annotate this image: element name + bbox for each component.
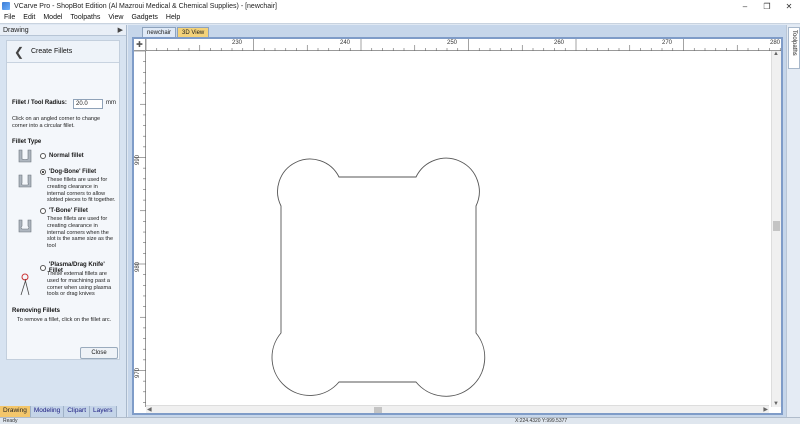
- ruler-corner-icon: ✚: [134, 39, 146, 51]
- normal-fillet-icon: [18, 149, 32, 163]
- create-fillets-form: ❮ Create Fillets Fillet / Tool Radius: 2…: [6, 40, 120, 360]
- title-bar: VCarve Pro - ShopBot Edition (Al Mazroui…: [0, 0, 800, 12]
- removing-fillets-text: To remove a fillet, click on the fillet …: [17, 317, 112, 323]
- radio-dog-bone[interactable]: [40, 169, 46, 175]
- horizontal-ruler: 230 240 250 260 270 280: [145, 39, 781, 51]
- cursor-coordinates: X:224.4320 Y:999.5377: [515, 418, 568, 424]
- tab-layers[interactable]: Layers: [90, 406, 117, 417]
- option-label: 'Dog-Bone' Fillet: [49, 169, 97, 175]
- app-logo-icon: [2, 2, 10, 10]
- fillet-type-label: Fillet Type: [12, 139, 42, 145]
- ruler-label: 250: [447, 40, 458, 46]
- menu-edit[interactable]: Edit: [19, 14, 39, 21]
- scroll-up-icon[interactable]: ▲: [773, 51, 779, 57]
- minimize-icon[interactable]: –: [734, 0, 756, 12]
- restore-icon[interactable]: ❐: [756, 0, 778, 12]
- menu-model[interactable]: Model: [39, 14, 66, 21]
- pin-icon[interactable]: ▶: [118, 26, 123, 34]
- option-desc: These external fillets are used for mach…: [47, 271, 112, 298]
- removing-fillets-label: Removing Fillets: [12, 308, 61, 314]
- vector-drawing[interactable]: [146, 51, 769, 407]
- option-label: 'T-Bone' Fillet: [49, 208, 88, 214]
- help-text: Click on an angled corner to change corn…: [12, 116, 101, 129]
- option-normal-fillet[interactable]: Normal fillet: [40, 153, 84, 159]
- toolpaths-tab[interactable]: Toolpaths: [788, 27, 800, 69]
- option-t-bone-fillet[interactable]: 'T-Bone' Fillet: [40, 208, 88, 214]
- dog-bone-fillet-icon: [18, 174, 32, 188]
- menu-help[interactable]: Help: [162, 14, 184, 21]
- ruler-ticks: [134, 50, 146, 403]
- menu-gadgets[interactable]: Gadgets: [127, 14, 161, 21]
- ruler-label: 260: [554, 40, 565, 46]
- toolpaths-strip: Toolpaths: [786, 25, 800, 417]
- horizontal-scrollbar[interactable]: ◀ ▶: [146, 405, 769, 413]
- radio-normal[interactable]: [40, 153, 46, 159]
- status-bar: Ready X:224.4320 Y:999.5377: [0, 417, 800, 424]
- menu-toolpaths[interactable]: Toolpaths: [66, 14, 104, 21]
- ruler-label: 240: [340, 40, 351, 46]
- ruler-label: 970: [135, 367, 142, 379]
- tab-3d-view[interactable]: 3D View: [177, 27, 210, 37]
- vertical-scrollbar[interactable]: ▲ ▼: [771, 51, 781, 407]
- scroll-thumb[interactable]: [374, 407, 382, 413]
- menu-bar: File Edit Model Toolpaths View Gadgets H…: [0, 12, 800, 24]
- drawing-panel: Drawing ▶ ❮ Create Fillets Fillet / Tool…: [0, 25, 127, 417]
- tab-modeling[interactable]: Modeling: [30, 406, 65, 417]
- panel-header: Drawing ▶: [0, 25, 126, 36]
- close-button[interactable]: Close: [80, 347, 118, 359]
- app-window: VCarve Pro - ShopBot Edition (Al Mazroui…: [0, 0, 800, 424]
- tab-drawing[interactable]: Drawing: [0, 406, 31, 417]
- scroll-thumb[interactable]: [773, 221, 780, 231]
- form-header: ❮ Create Fillets: [7, 41, 119, 63]
- ruler-label: 270: [662, 40, 673, 46]
- bottom-tabs: Drawing Modeling Clipart Layers: [0, 406, 117, 417]
- ruler-label: 230: [232, 40, 243, 46]
- radius-unit: mm: [106, 100, 116, 106]
- option-label: Normal fillet: [49, 153, 84, 159]
- ruler-label: 280: [770, 40, 781, 46]
- vertical-ruler: 990 980 970: [134, 50, 146, 407]
- ruler-label: 990: [135, 154, 142, 166]
- ruler-label: 980: [135, 261, 142, 273]
- menu-file[interactable]: File: [0, 14, 19, 21]
- dog-bone-shape[interactable]: [271, 157, 486, 397]
- scroll-down-icon[interactable]: ▼: [773, 401, 779, 407]
- plasma-drag-knife-icon: [20, 273, 30, 296]
- option-desc: These fillets are used for creating clea…: [47, 216, 114, 250]
- t-bone-fillet-icon: [18, 219, 32, 233]
- status-text: Ready: [3, 418, 18, 424]
- option-dog-bone-fillet[interactable]: 'Dog-Bone' Fillet: [40, 169, 96, 175]
- 2d-view: ✚ 230 240 250 260 270 280 990 980 970 ◀ …: [132, 37, 783, 415]
- window-title: VCarve Pro - ShopBot Edition (Al Mazroui…: [14, 2, 277, 10]
- tab-clipart[interactable]: Clipart: [64, 406, 91, 417]
- window-controls: – ❐ ✕: [734, 0, 800, 12]
- document-area: newchair 3D View ✚ 230 240 250 260 270 2…: [128, 25, 786, 417]
- form-title: Create Fillets: [31, 48, 73, 55]
- panel-title: Drawing: [3, 26, 29, 34]
- tab-newchair[interactable]: newchair: [142, 27, 177, 37]
- radius-label: Fillet / Tool Radius:: [12, 100, 67, 106]
- document-tabs: newchair 3D View: [128, 25, 210, 37]
- radius-input[interactable]: 20.0: [73, 99, 103, 109]
- toolpaths-tab-label: Toolpaths: [791, 30, 797, 56]
- back-arrow-icon[interactable]: ❮: [11, 44, 27, 60]
- option-desc: These fillets are used for creating clea…: [47, 177, 116, 204]
- radio-t-bone[interactable]: [40, 208, 46, 214]
- close-window-icon[interactable]: ✕: [778, 0, 800, 12]
- radio-plasma[interactable]: [40, 265, 46, 271]
- menu-view[interactable]: View: [104, 14, 127, 21]
- scroll-left-icon[interactable]: ◀: [147, 406, 152, 413]
- scroll-right-icon[interactable]: ▶: [763, 406, 768, 413]
